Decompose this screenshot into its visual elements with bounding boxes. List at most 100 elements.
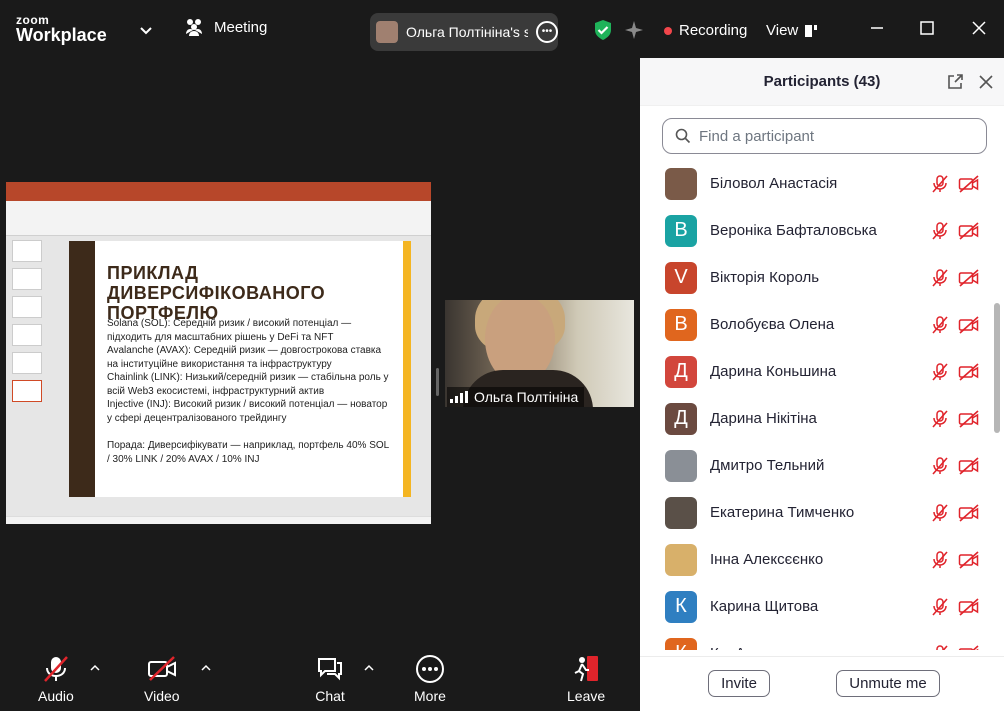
participant-avatar: В	[665, 308, 697, 341]
slide-right-stripe	[403, 241, 411, 497]
slide-thumbnail	[12, 324, 42, 346]
slide-thumbnails	[12, 240, 48, 408]
close-panel-icon[interactable]	[978, 74, 994, 90]
participant-mic-muted-icon[interactable]	[930, 456, 950, 476]
video-label: Video	[144, 688, 180, 704]
participants-title: Participants (43)	[763, 73, 881, 90]
participant-row[interactable]: V Вікторія Король	[640, 254, 990, 301]
participant-row[interactable]: Інна Алексєєнко	[640, 536, 990, 583]
video-button[interactable]: Video	[144, 654, 180, 704]
chat-button[interactable]: Chat	[315, 654, 345, 704]
participant-camera-off-icon[interactable]	[958, 315, 980, 335]
speaker-video[interactable]: Ольга Полтініна	[445, 300, 634, 407]
shield-check-icon[interactable]	[592, 19, 614, 41]
participant-name: Вероніка Бафталовська	[710, 222, 877, 239]
participants-panel: Participants (43) Біловол Анастасія B Веро…	[640, 58, 1004, 711]
participant-camera-off-icon[interactable]	[958, 644, 980, 651]
leave-door-icon	[574, 656, 599, 682]
minimize-icon[interactable]	[867, 18, 887, 38]
participant-row[interactable]: Екатерина Тимченко	[640, 489, 990, 536]
participant-name: Біловол Анастасія	[710, 175, 838, 192]
audio-button[interactable]: Audio	[38, 654, 74, 704]
participant-mic-muted-icon[interactable]	[930, 550, 950, 570]
participant-camera-off-icon[interactable]	[958, 268, 980, 288]
participant-search[interactable]	[662, 118, 987, 154]
more-label: More	[414, 688, 446, 704]
meeting-info-button[interactable]: Meeting	[184, 18, 267, 36]
screen-share-pill[interactable]: Ольга Полтініна's sc •••	[370, 13, 558, 51]
leave-button[interactable]: Leave	[567, 654, 605, 704]
participant-row[interactable]: Дмитро Тельний	[640, 442, 990, 489]
audio-label: Audio	[38, 688, 74, 704]
invite-button[interactable]: Invite	[708, 670, 770, 697]
participant-mic-muted-icon[interactable]	[930, 315, 950, 335]
participant-mic-muted-icon[interactable]	[930, 409, 950, 429]
popout-icon[interactable]	[946, 73, 964, 91]
participant-row[interactable]: К К... А...	[640, 630, 990, 650]
camera-off-icon	[147, 656, 176, 681]
participant-name: Інна Алексєєнко	[710, 551, 824, 568]
participant-name: Карина Щитова	[710, 598, 819, 615]
unmute-me-button[interactable]: Unmute me	[836, 670, 940, 697]
participant-row[interactable]: Д Дарина Коньшина	[640, 348, 990, 395]
more-button[interactable]: More	[414, 654, 446, 704]
slide-line: Injective (INJ): Високий ризик / високий…	[107, 399, 388, 424]
more-options-icon[interactable]: •••	[536, 21, 558, 43]
participant-list-scrollbar[interactable]	[994, 303, 1000, 433]
shared-screen[interactable]: ПРИКЛАД ДИВЕРСИФІКОВАНОГО ПОРТФЕЛЮ Solan…	[6, 182, 431, 524]
participant-row[interactable]: В Волобуєва Олена	[640, 301, 990, 348]
slide-thumbnail	[12, 268, 42, 290]
participant-row[interactable]: B Вероніка Бафталовська	[640, 207, 990, 254]
maximize-icon[interactable]	[917, 18, 937, 38]
slide-thumbnail	[12, 240, 42, 262]
split-handle[interactable]	[436, 368, 439, 396]
chevron-down-icon[interactable]	[138, 22, 154, 38]
participant-camera-off-icon[interactable]	[958, 503, 980, 523]
participant-mic-muted-icon[interactable]	[930, 174, 950, 194]
participant-row[interactable]: К Карина Щитова	[640, 583, 990, 630]
audio-options-caret-icon[interactable]	[89, 662, 101, 674]
participant-row[interactable]: Д Дарина Нікітіна	[640, 395, 990, 442]
participant-camera-off-icon[interactable]	[958, 409, 980, 429]
close-icon[interactable]	[969, 18, 989, 38]
recording-indicator[interactable]: Recording	[664, 22, 747, 39]
participant-camera-off-icon[interactable]	[958, 174, 980, 194]
participant-mic-muted-icon[interactable]	[930, 503, 950, 523]
search-icon	[675, 128, 691, 144]
participant-camera-off-icon[interactable]	[958, 550, 980, 570]
sharer-avatar	[376, 21, 398, 43]
ai-sparkle-icon[interactable]	[624, 20, 644, 40]
chat-options-caret-icon[interactable]	[363, 662, 375, 674]
recording-label: Recording	[679, 22, 748, 39]
view-button[interactable]: View	[766, 22, 818, 39]
powerpoint-workspace: ПРИКЛАД ДИВЕРСИФІКОВАНОГО ПОРТФЕЛЮ Solan…	[6, 236, 431, 516]
powerpoint-statusbar	[6, 516, 431, 524]
people-icon	[186, 19, 202, 36]
chat-label: Chat	[315, 688, 345, 704]
participant-search-input[interactable]	[699, 127, 969, 145]
participant-mic-muted-icon[interactable]	[930, 221, 950, 241]
participant-camera-off-icon[interactable]	[958, 221, 980, 241]
participant-avatar	[665, 167, 697, 200]
participant-camera-off-icon[interactable]	[958, 456, 980, 476]
participant-row[interactable]: Біловол Анастасія	[640, 160, 990, 207]
participant-mic-muted-icon[interactable]	[930, 268, 950, 288]
current-slide: ПРИКЛАД ДИВЕРСИФІКОВАНОГО ПОРТФЕЛЮ Solan…	[69, 241, 411, 497]
view-label: View	[766, 22, 799, 39]
video-options-caret-icon[interactable]	[200, 662, 212, 674]
participant-avatar: К	[665, 590, 697, 623]
participant-avatar: Д	[665, 402, 697, 435]
participant-avatar	[665, 543, 697, 576]
participant-name: Дарина Коньшина	[710, 363, 837, 380]
participant-mic-muted-icon[interactable]	[930, 362, 950, 382]
slide-thumbnail	[12, 352, 42, 374]
slide-line: Chainlink (LINK): Низький/середній ризик…	[107, 372, 389, 397]
participant-name: Волобуєва Олена	[710, 316, 835, 333]
participant-mic-muted-icon[interactable]	[930, 597, 950, 617]
participant-mic-muted-icon[interactable]	[930, 644, 950, 651]
participant-camera-off-icon[interactable]	[958, 597, 980, 617]
slide-left-band	[69, 241, 95, 497]
participant-camera-off-icon[interactable]	[958, 362, 980, 382]
participant-name: Екатерина Тимченко	[710, 504, 855, 521]
participant-name: Вікторія Король	[710, 269, 820, 286]
